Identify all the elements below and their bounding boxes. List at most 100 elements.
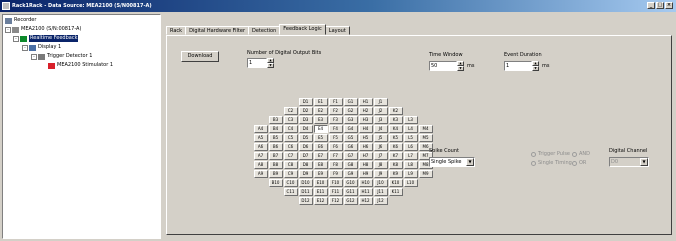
electrode-cell-c5[interactable]: C5 bbox=[283, 134, 298, 142]
electrode-cell-d10[interactable]: D10 bbox=[298, 179, 313, 187]
electrode-cell-j3[interactable]: J3 bbox=[373, 116, 388, 124]
electrode-cell-h3[interactable]: H3 bbox=[358, 116, 373, 124]
electrode-cell-h11[interactable]: H11 bbox=[358, 188, 373, 196]
electrode-cell-f6[interactable]: F6 bbox=[328, 143, 343, 151]
electrode-cell-k11[interactable]: K11 bbox=[388, 188, 403, 196]
electrode-cell-f9[interactable]: F9 bbox=[328, 170, 343, 178]
electrode-cell-f8[interactable]: F8 bbox=[328, 161, 343, 169]
electrode-cell-a5[interactable]: A5 bbox=[253, 134, 268, 142]
electrode-cell-h6[interactable]: H6 bbox=[358, 143, 373, 151]
electrode-cell-b8[interactable]: B8 bbox=[268, 161, 283, 169]
electrode-cell-g2[interactable]: G2 bbox=[343, 107, 358, 115]
collapse-toggle-icon[interactable]: - bbox=[31, 53, 37, 60]
electrode-cell-h7[interactable]: H7 bbox=[358, 152, 373, 160]
electrode-cell-m9[interactable]: M9 bbox=[418, 170, 433, 178]
electrode-cell-m4[interactable]: M4 bbox=[418, 125, 433, 133]
electrode-cell-c3[interactable]: C3 bbox=[283, 116, 298, 124]
radio-or[interactable]: OR bbox=[572, 160, 586, 166]
electrode-cell-g4[interactable]: G4 bbox=[343, 125, 358, 133]
electrode-cell-e10[interactable]: E10 bbox=[313, 179, 328, 187]
electrode-cell-b7[interactable]: B7 bbox=[268, 152, 283, 160]
electrode-cell-k6[interactable]: K6 bbox=[388, 143, 403, 151]
electrode-cell-e9[interactable]: E9 bbox=[313, 170, 328, 178]
electrode-cell-f4[interactable]: F4 bbox=[328, 125, 343, 133]
electrode-cell-j2[interactable]: J2 bbox=[373, 107, 388, 115]
electrode-cell-h5[interactable]: H5 bbox=[358, 134, 373, 142]
electrode-cell-f7[interactable]: F7 bbox=[328, 152, 343, 160]
electrode-cell-e12[interactable]: E12 bbox=[313, 197, 328, 205]
tab-rack[interactable]: Rack bbox=[166, 26, 187, 35]
electrode-cell-l9[interactable]: L9 bbox=[403, 170, 418, 178]
electrode-cell-e3[interactable]: E3 bbox=[313, 116, 328, 124]
electrode-cell-b5[interactable]: B5 bbox=[268, 134, 283, 142]
tab-detection[interactable]: Detection bbox=[248, 26, 281, 35]
electrode-cell-h2[interactable]: H2 bbox=[358, 107, 373, 115]
electrode-cell-l8[interactable]: L8 bbox=[403, 161, 418, 169]
electrode-cell-d9[interactable]: D9 bbox=[298, 170, 313, 178]
electrode-cell-k3[interactable]: K3 bbox=[388, 116, 403, 124]
num-outputs-input[interactable]: 1 bbox=[247, 58, 267, 68]
spin-down-icon[interactable]: ▼ bbox=[267, 63, 274, 68]
electrode-cell-a7[interactable]: A7 bbox=[253, 152, 268, 160]
electrode-cell-a6[interactable]: A6 bbox=[253, 143, 268, 151]
electrode-cell-f1[interactable]: F1 bbox=[328, 98, 343, 106]
collapse-toggle-icon[interactable]: - bbox=[13, 35, 19, 42]
radio-single-timing[interactable]: Single Timing bbox=[531, 160, 572, 166]
electrode-cell-j10[interactable]: J10 bbox=[373, 179, 388, 187]
electrode-cell-g6[interactable]: G6 bbox=[343, 143, 358, 151]
electrode-cell-d1[interactable]: D1 bbox=[298, 98, 313, 106]
tree-item-feedback[interactable]: - Realtime Feedback bbox=[13, 35, 79, 42]
digital-channel-select[interactable]: D0 ▼ bbox=[609, 157, 649, 167]
electrode-cell-c7[interactable]: C7 bbox=[283, 152, 298, 160]
electrode-cell-j6[interactable]: J6 bbox=[373, 143, 388, 151]
electrode-cell-d11[interactable]: D11 bbox=[298, 188, 313, 196]
electrode-cell-d2[interactable]: D2 bbox=[298, 107, 313, 115]
electrode-cell-h10[interactable]: H10 bbox=[358, 179, 373, 187]
electrode-cell-j1[interactable]: J1 bbox=[373, 98, 388, 106]
electrode-cell-d3[interactable]: D3 bbox=[298, 116, 313, 124]
electrode-cell-e8[interactable]: E8 bbox=[313, 161, 328, 169]
electrode-cell-e2[interactable]: E2 bbox=[313, 107, 328, 115]
download-button[interactable]: Download bbox=[181, 51, 219, 62]
electrode-cell-g9[interactable]: G9 bbox=[343, 170, 358, 178]
tree-item-recorder[interactable]: Recorder bbox=[5, 17, 36, 24]
spin-down-icon[interactable]: ▼ bbox=[457, 66, 464, 71]
radio-trigger-pulse[interactable]: Trigger Pulse bbox=[531, 151, 570, 157]
electrode-cell-h8[interactable]: H8 bbox=[358, 161, 373, 169]
electrode-cell-j11[interactable]: J11 bbox=[373, 188, 388, 196]
electrode-cell-l10[interactable]: L10 bbox=[403, 179, 418, 187]
electrode-cell-e5[interactable]: E5 bbox=[313, 134, 328, 142]
tab-layout[interactable]: Layout bbox=[324, 26, 350, 35]
chevron-down-icon[interactable]: ▼ bbox=[466, 158, 474, 166]
collapse-toggle-icon[interactable]: - bbox=[5, 26, 11, 33]
electrode-cell-b4[interactable]: B4 bbox=[268, 125, 283, 133]
electrode-cell-b9[interactable]: B9 bbox=[268, 170, 283, 178]
spin-down-icon[interactable]: ▼ bbox=[532, 66, 539, 71]
electrode-cell-j7[interactable]: J7 bbox=[373, 152, 388, 160]
electrode-cell-b3[interactable]: B3 bbox=[268, 116, 283, 124]
minimize-button[interactable]: _ bbox=[647, 2, 655, 9]
electrode-cell-h1[interactable]: H1 bbox=[358, 98, 373, 106]
tab-digital-hardware-filter[interactable]: Digital Hardware Filter bbox=[185, 26, 249, 35]
electrode-cell-a8[interactable]: A8 bbox=[253, 161, 268, 169]
electrode-cell-e7[interactable]: E7 bbox=[313, 152, 328, 160]
electrode-cell-h9[interactable]: H9 bbox=[358, 170, 373, 178]
electrode-cell-h12[interactable]: H12 bbox=[358, 197, 373, 205]
electrode-cell-a9[interactable]: A9 bbox=[253, 170, 268, 178]
electrode-cell-k4[interactable]: K4 bbox=[388, 125, 403, 133]
electrode-cell-k9[interactable]: K9 bbox=[388, 170, 403, 178]
electrode-cell-c11[interactable]: C11 bbox=[283, 188, 298, 196]
electrode-cell-d12[interactable]: D12 bbox=[298, 197, 313, 205]
time-window-stepper[interactable]: 50 ▲ ▼ bbox=[429, 61, 464, 71]
close-button[interactable]: × bbox=[665, 2, 673, 9]
maximize-button[interactable]: □ bbox=[656, 2, 664, 9]
tree-item-stimulator[interactable]: MEA2100 Stimulator 1 bbox=[48, 62, 113, 69]
electrode-cell-c9[interactable]: C9 bbox=[283, 170, 298, 178]
electrode-cell-l6[interactable]: L6 bbox=[403, 143, 418, 151]
electrode-cell-f11[interactable]: F11 bbox=[328, 188, 343, 196]
electrode-cell-e1[interactable]: E1 bbox=[313, 98, 328, 106]
tree-item-trigger[interactable]: - Trigger Detector 1 bbox=[31, 53, 92, 60]
chevron-down-icon[interactable]: ▼ bbox=[640, 158, 648, 166]
electrode-cell-h4[interactable]: H4 bbox=[358, 125, 373, 133]
electrode-cell-c4[interactable]: C4 bbox=[283, 125, 298, 133]
